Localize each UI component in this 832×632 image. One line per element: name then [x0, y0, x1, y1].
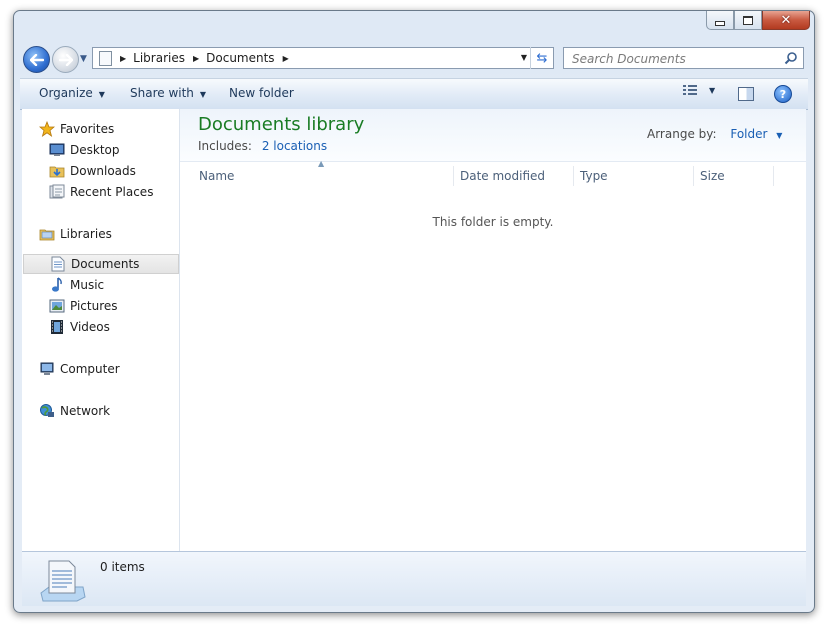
- navigation-bar: ▼ ▶ Libraries ▶ Documents ▶ ▼ ⇆: [20, 46, 808, 73]
- preview-pane-icon[interactable]: [738, 87, 754, 101]
- sidebar-item-label: Documents: [71, 257, 140, 271]
- breadcrumb-documents[interactable]: Documents: [206, 51, 274, 65]
- sidebar-item-network[interactable]: Network: [39, 401, 195, 421]
- forward-button[interactable]: [52, 46, 79, 73]
- share-with-label: Share with: [130, 86, 194, 100]
- computer-icon: [39, 361, 55, 377]
- close-icon: ✕: [780, 12, 792, 28]
- organize-button[interactable]: Organize ▼: [39, 86, 105, 100]
- sidebar-item-label: Music: [70, 278, 105, 292]
- refresh-button[interactable]: ⇆: [530, 47, 553, 69]
- downloads-icon: [49, 163, 65, 179]
- details-pane: 0 items: [22, 551, 806, 606]
- desktop-icon: [49, 142, 65, 158]
- library-header: Documents library Includes: 2 locations …: [180, 109, 806, 162]
- back-button[interactable]: [23, 46, 50, 73]
- sidebar-item-label: Computer: [60, 362, 120, 376]
- search-box[interactable]: [563, 47, 804, 69]
- navigation-pane: Favorites Desktop Downloads Recent Place…: [22, 109, 180, 551]
- arrange-by-label: Arrange by:: [647, 127, 717, 141]
- minimize-button[interactable]: [706, 11, 734, 30]
- library-includes: Includes: 2 locations: [198, 139, 327, 153]
- sidebar-item-documents[interactable]: Documents: [23, 254, 179, 274]
- share-with-button[interactable]: Share with ▼: [130, 86, 206, 100]
- help-icon[interactable]: ?: [774, 85, 792, 103]
- sidebar-item-label: Favorites: [60, 122, 115, 136]
- star-icon: [39, 121, 55, 137]
- sidebar-item-label: Downloads: [70, 164, 136, 178]
- videos-icon: [49, 319, 65, 335]
- caption-buttons: ✕: [706, 11, 810, 31]
- chevron-down-icon[interactable]: ▼: [709, 86, 715, 95]
- sidebar-item-favorites[interactable]: Favorites: [39, 119, 195, 139]
- chevron-down-icon: ▼: [98, 90, 105, 99]
- column-headers: Name Date modified Type Size: [180, 166, 806, 186]
- maximize-icon: [743, 15, 753, 25]
- sidebar-item-label: Pictures: [70, 299, 118, 313]
- organize-label: Organize: [39, 86, 93, 100]
- pictures-icon: [49, 298, 65, 314]
- sidebar-item-libraries[interactable]: Libraries: [39, 224, 195, 244]
- file-list-pane: Documents library Includes: 2 locations …: [180, 109, 806, 551]
- maximize-button[interactable]: [734, 11, 762, 30]
- libraries-icon: [39, 226, 55, 242]
- sidebar-item-computer[interactable]: Computer: [39, 359, 195, 379]
- chevron-down-icon: ▼: [199, 90, 207, 99]
- recent-places-icon: [49, 184, 65, 200]
- sidebar-item-label: Desktop: [70, 143, 120, 157]
- change-view-button[interactable]: ▼: [683, 85, 715, 96]
- forward-arrow-icon: [58, 53, 73, 66]
- column-header-date-modified[interactable]: Date modified: [454, 166, 574, 186]
- arrange-by-dropdown[interactable]: Folder: [730, 127, 767, 141]
- breadcrumb-separator[interactable]: ▶: [120, 54, 126, 63]
- library-title: Documents library: [198, 114, 365, 135]
- sidebar-item-label: Network: [60, 404, 111, 418]
- minimize-icon: [715, 20, 725, 26]
- network-icon: [39, 403, 55, 419]
- sidebar-item-label: Libraries: [60, 227, 112, 241]
- address-bar[interactable]: ▶ Libraries ▶ Documents ▶ ▼ ⇆: [92, 47, 554, 69]
- address-dropdown-button[interactable]: ▼: [521, 53, 527, 62]
- back-arrow-icon: [29, 53, 44, 66]
- empty-folder-message: This folder is empty.: [432, 215, 554, 229]
- column-header-size[interactable]: Size: [694, 166, 774, 186]
- chevron-down-icon[interactable]: ▼: [776, 131, 782, 140]
- breadcrumb-libraries[interactable]: Libraries: [133, 51, 185, 65]
- documents-icon: [50, 256, 66, 272]
- explorer-window: ✕ ▼ ▶ Libraries ▶ Documents ▶ ▼ ⇆ Organi…: [13, 10, 815, 613]
- breadcrumb-separator[interactable]: ▶: [283, 54, 289, 63]
- refresh-icon: ⇆: [536, 50, 548, 66]
- new-folder-button[interactable]: New folder: [229, 86, 294, 100]
- breadcrumb-separator[interactable]: ▶: [193, 54, 199, 63]
- close-button[interactable]: ✕: [762, 11, 810, 30]
- arrange-by: Arrange by: Folder ▼: [647, 127, 782, 141]
- sidebar-item-label: Recent Places: [70, 185, 154, 199]
- view-details-icon: [683, 85, 697, 95]
- column-header-type[interactable]: Type: [574, 166, 694, 186]
- recent-pages-dropdown[interactable]: ▼: [80, 54, 87, 64]
- music-icon: [49, 277, 65, 293]
- includes-label: Includes:: [198, 139, 252, 153]
- sidebar-item-label: Videos: [70, 320, 110, 334]
- column-header-name[interactable]: Name: [193, 166, 454, 186]
- library-icon: [99, 50, 112, 66]
- locations-link[interactable]: 2 locations: [262, 139, 327, 153]
- search-icon[interactable]: [784, 51, 798, 65]
- command-bar: Organize ▼ Share with ▼ New folder ▼ ?: [20, 78, 808, 110]
- search-input[interactable]: [570, 49, 774, 69]
- documents-library-icon: [40, 560, 86, 602]
- item-count: 0 items: [100, 560, 145, 574]
